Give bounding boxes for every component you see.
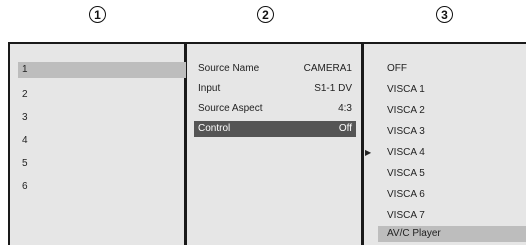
option-visca-5[interactable]: VISCA 5 [378, 166, 526, 182]
setting-label: Input [198, 83, 221, 94]
setting-label: Control [198, 123, 231, 134]
option-label: VISCA 5 [387, 168, 425, 179]
callout-3: 3 [436, 6, 453, 23]
setting-row-source-name[interactable]: Source Name CAMERA1 [194, 61, 356, 77]
option-visca-1[interactable]: VISCA 1 [378, 82, 526, 98]
option-label: VISCA 6 [387, 189, 425, 200]
setting-row-input[interactable]: Input S1-1 DV [194, 81, 356, 97]
setting-row-source-aspect[interactable]: Source Aspect 4:3 [194, 101, 356, 117]
option-label: VISCA 3 [387, 126, 425, 137]
setting-value: S1-1 DV [314, 83, 352, 94]
setting-label: Source Aspect [198, 103, 263, 114]
current-selection-arrow-icon: ▶ [365, 148, 372, 157]
setting-label: Source Name [198, 63, 260, 74]
list-item-4[interactable]: 4 [18, 133, 186, 149]
divider-2 [361, 42, 364, 245]
option-visca-2[interactable]: VISCA 2 [378, 103, 526, 119]
setting-value: CAMERA1 [303, 63, 352, 74]
list-item-6[interactable]: 6 [18, 179, 186, 195]
option-label: VISCA 1 [387, 84, 425, 95]
option-label: VISCA 4 [387, 147, 425, 158]
option-visca-7[interactable]: VISCA 7 [378, 208, 526, 224]
option-label: OFF [387, 63, 407, 74]
list-item-3[interactable]: 3 [18, 110, 186, 126]
option-label: VISCA 7 [387, 210, 425, 221]
option-avc-player[interactable]: AV/C Player [378, 226, 526, 242]
option-off[interactable]: OFF [378, 61, 526, 77]
top-rule [8, 42, 526, 44]
left-rule [8, 42, 10, 245]
option-visca-3[interactable]: VISCA 3 [378, 124, 526, 140]
callout-1: 1 [89, 6, 106, 23]
option-label: VISCA 2 [387, 105, 425, 116]
setting-value: Off [338, 123, 352, 134]
option-visca-4[interactable]: ▶ VISCA 4 [365, 145, 526, 161]
list-item-2[interactable]: 2 [18, 87, 186, 103]
list-item-5[interactable]: 5 [18, 156, 186, 172]
setting-value: 4:3 [338, 103, 352, 114]
option-label: AV/C Player [387, 228, 441, 239]
option-visca-6[interactable]: VISCA 6 [378, 187, 526, 203]
setting-row-control[interactable]: Control Off [194, 121, 356, 137]
callout-2: 2 [257, 6, 274, 23]
list-item-1[interactable]: 1 [18, 62, 186, 78]
